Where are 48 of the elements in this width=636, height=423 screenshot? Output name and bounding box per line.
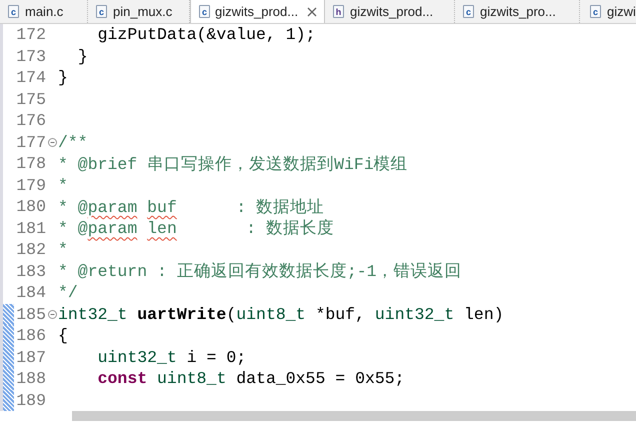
line-number: 187 xyxy=(15,348,46,367)
file-icon: c xyxy=(463,5,474,18)
code-line: * xyxy=(58,240,68,260)
horizontal-scrollbar[interactable] xyxy=(72,411,636,421)
line-number: 185 xyxy=(15,304,46,324)
file-icon: c xyxy=(8,5,19,18)
code-line: * xyxy=(58,176,68,195)
editor-tab[interactable]: c gizwits_prod... xyxy=(190,0,325,23)
code-line: */ xyxy=(58,283,78,302)
code-line: { xyxy=(58,326,68,346)
code-line: * @brief 串口写操作，发送数据到WiFi模组 xyxy=(58,154,408,175)
file-icon: c xyxy=(96,5,107,18)
line-number: 175 xyxy=(15,90,46,109)
line-number: 181 xyxy=(15,218,46,238)
line-number: 174 xyxy=(15,68,46,88)
code-line: /** xyxy=(58,132,88,152)
line-number: 172 xyxy=(15,25,46,44)
line-number: 173 xyxy=(15,46,46,66)
editor-tab[interactable]: c gizwi xyxy=(580,0,636,23)
file-icon: h xyxy=(333,5,344,18)
collapse-icon[interactable] xyxy=(48,138,56,147)
close-icon[interactable] xyxy=(307,6,318,16)
line-number: 183 xyxy=(15,262,46,281)
line-number: 177 xyxy=(15,132,46,152)
code-line: } xyxy=(76,46,88,66)
line-number: 180 xyxy=(15,197,46,216)
code-line: * @param len : 数据长度 xyxy=(58,218,334,240)
line-number: 182 xyxy=(15,240,46,260)
line-number: 188 xyxy=(15,369,46,388)
file-icon: c xyxy=(590,5,601,18)
line-number: 189 xyxy=(15,390,46,410)
file-icon: c xyxy=(199,5,210,18)
code-line: gizPutData(&value, 1); xyxy=(96,25,316,44)
line-number: 184 xyxy=(15,283,46,302)
code-line: } xyxy=(58,68,68,88)
code-line: const uint8_t data_0x55 = 0x55; xyxy=(96,369,405,388)
code-line: uint32_t i = 0; xyxy=(96,348,246,367)
collapse-icon[interactable] xyxy=(48,310,56,319)
code-line: * @param buf : 数据地址 xyxy=(58,196,324,218)
editor-tab[interactable]: h gizwits_prod... xyxy=(325,0,455,23)
line-number: 178 xyxy=(15,154,46,174)
editor-tab[interactable]: c main.c xyxy=(0,0,88,23)
editor-tab[interactable]: c gizwits_pro... xyxy=(455,0,580,23)
line-number: 186 xyxy=(15,326,46,346)
line-number: 179 xyxy=(15,176,46,195)
line-number: 176 xyxy=(15,111,46,130)
code-line: int32_t uartWrite(uint8_t *buf, uint32_t len) xyxy=(58,304,504,324)
code-line: * @return : 正确返回有效数据长度;-1，错误返回 xyxy=(58,261,462,282)
